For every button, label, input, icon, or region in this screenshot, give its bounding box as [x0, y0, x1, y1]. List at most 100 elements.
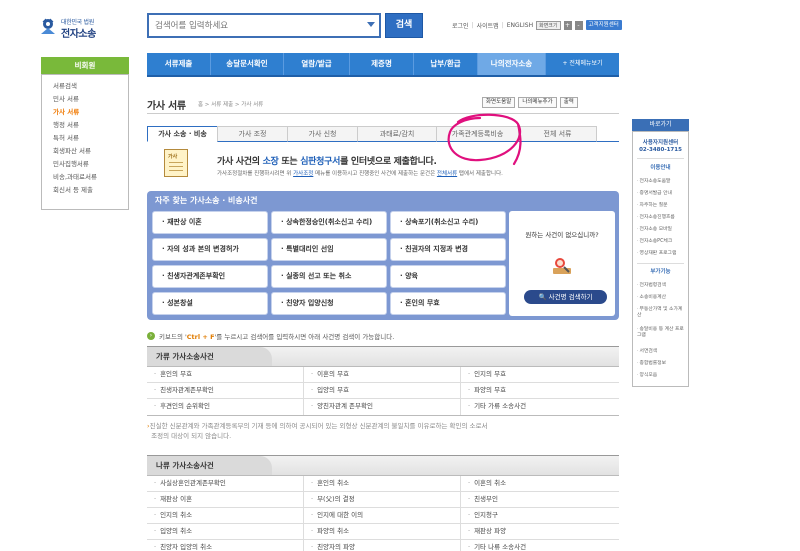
table-cell[interactable]: · 기타 가류 소송사건: [461, 399, 618, 415]
tab-fine-detention[interactable]: 과태료/감치: [357, 126, 437, 142]
sidebar-item-reply[interactable]: 회신서 등 제출: [53, 184, 128, 197]
court-logo[interactable]: 대한민국 법원 전자소송: [38, 14, 108, 40]
table-cell[interactable]: · 재판상 파양: [461, 524, 618, 539]
case-link[interactable]: · 양육: [390, 265, 506, 288]
sitemap-link[interactable]: 사이트맵: [477, 21, 499, 30]
table-cell[interactable]: · 인지의 무효: [461, 367, 618, 382]
table-cell[interactable]: · 사실상혼인관계존부확인: [147, 476, 304, 491]
table-cell[interactable]: · 친양자 입양의 취소: [147, 540, 304, 551]
search-button[interactable]: 검색: [385, 13, 423, 38]
sidebar-item-family[interactable]: 가사 서류: [53, 106, 128, 119]
sidebar-item-civil-exec[interactable]: 민사집행서류: [53, 158, 128, 171]
frequent-cases-title: 자주 찾는 가사소송 · 비송사건: [155, 196, 258, 205]
sidebar-item-civil[interactable]: 민사 서류: [53, 93, 128, 106]
print-button[interactable]: 출력: [559, 97, 578, 108]
search-input[interactable]: [149, 15, 349, 36]
case-link[interactable]: · 친권자의 지정과 변경: [390, 238, 506, 261]
nav-item-view-issue[interactable]: 열람/발급: [284, 53, 350, 75]
case-link[interactable]: · 실종의 선고 또는 취소: [271, 265, 387, 288]
chevron-down-icon[interactable]: [367, 22, 375, 27]
quicklink-item[interactable]: 부동산가액 및 소가계산: [637, 307, 685, 319]
quicklink-item[interactable]: 양식모음: [637, 373, 658, 379]
table-row: · 재판상 이혼 · 부(父)의 결정 · 친생부인: [147, 492, 619, 508]
table-cell[interactable]: · 재판상 이혼: [147, 492, 304, 507]
quicklink-item[interactable]: 소송비용계산: [637, 295, 666, 301]
table-cell[interactable]: · 친양자의 파양: [304, 540, 461, 551]
table-cell[interactable]: · 파양의 취소: [304, 524, 461, 539]
sidebar-item-patent[interactable]: 특허 서류: [53, 132, 128, 145]
nav-item-submit-docs[interactable]: 서류제출: [147, 53, 211, 75]
quicklink-item[interactable]: 송달비용 등 계산 프로그램: [637, 327, 685, 339]
table-cell[interactable]: · 양친자관계 존부확인: [304, 399, 461, 415]
divider: [597, 141, 619, 142]
zoom-in-button[interactable]: +: [563, 20, 572, 30]
section-title: 가류 가사소송사건: [147, 347, 272, 367]
case-link[interactable]: · 친생자관계존부확인: [152, 265, 268, 288]
quicklink-item[interactable]: 증명서발급 안내: [637, 191, 672, 197]
table-cell[interactable]: · 입양의 무효: [304, 383, 461, 398]
tab-family-suit[interactable]: 가사 소송 · 비송: [147, 126, 218, 142]
support-center-button[interactable]: 고객지원센터: [585, 20, 622, 30]
sidebar-item-admin[interactable]: 행정 서류: [53, 119, 128, 132]
tab-family-application[interactable]: 가사 신청: [287, 126, 358, 142]
case-link[interactable]: · 특별대리인 선임: [271, 238, 387, 261]
nav-item-certificates[interactable]: 제증명: [350, 53, 414, 75]
table-row: · 후견인의 순위확인 · 양친자관계 존부확인 · 기타 가류 소송사건: [147, 399, 619, 415]
divider: [637, 263, 684, 264]
help-button[interactable]: 화면도움말: [482, 97, 516, 108]
zoom-label: 화면크기: [536, 20, 561, 30]
table-cell[interactable]: · 인지청구: [461, 508, 618, 523]
table-cell[interactable]: · 혼인의 취소: [304, 476, 461, 491]
left-menu: 서류검색 민사 서류 가사 서류 행정 서류 특허 서류 회생파산 서류 민사집…: [41, 74, 129, 210]
section-title: 나류 가사소송사건: [147, 456, 272, 476]
tab-family-mediation[interactable]: 가사 조정: [217, 126, 288, 142]
quicklink-item[interactable]: 서면검색: [637, 349, 658, 355]
nav-item-my-esuit[interactable]: 나의전자소송: [478, 53, 546, 75]
case-link[interactable]: · 상속포기(취소신고 수리): [390, 211, 506, 234]
all-docs-link[interactable]: 전체서류: [437, 171, 457, 177]
table-cell[interactable]: · 후견인의 순위확인: [147, 399, 304, 415]
mediation-link[interactable]: 가사조정: [293, 171, 313, 177]
table-cell[interactable]: · 이혼의 무효: [304, 367, 461, 382]
table-cell[interactable]: · 기타 나류 소송사건: [461, 540, 618, 551]
sidebar-item-doc-search[interactable]: 서류검색: [53, 80, 128, 93]
case-link[interactable]: · 상속한정승인(취소신고 수리): [271, 211, 387, 234]
quicklink-item[interactable]: 자주하는 질문: [637, 203, 668, 209]
table-cell[interactable]: · 인지의 취소: [147, 508, 304, 523]
quicklink-item[interactable]: 전자소송진행흐름: [637, 215, 675, 221]
zoom-out-button[interactable]: -: [574, 20, 583, 30]
case-link[interactable]: · 혼인의 무효: [390, 292, 506, 315]
login-link[interactable]: 로그인: [452, 21, 469, 30]
case-link[interactable]: · 재판상 이혼: [152, 211, 268, 234]
breadcrumb: 홈 > 서류 제출 > 가사 서류: [198, 102, 264, 108]
magnifier-person-icon: [553, 258, 571, 274]
page-title: 가사 서류: [147, 101, 186, 112]
quicklink-item[interactable]: 종합법률정보: [637, 361, 666, 367]
table-cell[interactable]: · 인지에 대한 이의: [304, 508, 461, 523]
quicklink-item[interactable]: 영상재판 프로그램: [637, 251, 677, 257]
table-cell[interactable]: · 파양의 무효: [461, 383, 618, 398]
case-link[interactable]: · 친양자 입양신청: [271, 292, 387, 315]
nav-item-service-check[interactable]: 송달문서확인: [211, 53, 284, 75]
nav-item-all-menu[interactable]: + 전체메뉴보기: [546, 53, 619, 75]
table-cell[interactable]: · 이혼의 취소: [461, 476, 618, 491]
quicklink-item[interactable]: 전자법령검색: [637, 283, 666, 289]
case-link[interactable]: · 자의 성과 본의 변경허가: [152, 238, 268, 261]
table-cell[interactable]: · 친생부인: [461, 492, 618, 507]
frequent-cases-grid: · 재판상 이혼 · 상속한정승인(취소신고 수리) · 상속포기(취소신고 수…: [152, 211, 507, 316]
divider: |: [501, 21, 504, 29]
quicklink-item[interactable]: 전자소송도움말: [637, 179, 671, 185]
case-link[interactable]: · 성본창설: [152, 292, 268, 315]
table-cell[interactable]: · 입양의 취소: [147, 524, 304, 539]
add-my-menu-button[interactable]: 나의메뉴추가: [518, 97, 557, 108]
quicklink-item[interactable]: 전자소송 모바일: [637, 227, 672, 233]
sidebar-item-nonsuit[interactable]: 비송,과태료서류: [53, 171, 128, 184]
sidebar-item-rehab[interactable]: 회생파산 서류: [53, 145, 128, 158]
english-link[interactable]: ENGLISH: [507, 22, 533, 29]
quicklink-item[interactable]: 전자소송PC체크: [637, 239, 673, 245]
table-cell[interactable]: · 친생자관계존부확인: [147, 383, 304, 398]
table-cell[interactable]: · 혼인의 무효: [147, 367, 304, 382]
table-cell[interactable]: · 부(父)의 결정: [304, 492, 461, 507]
case-search-button[interactable]: 🔍 사건명 검색하기: [524, 290, 607, 304]
nav-item-payment[interactable]: 납부/환급: [414, 53, 478, 75]
